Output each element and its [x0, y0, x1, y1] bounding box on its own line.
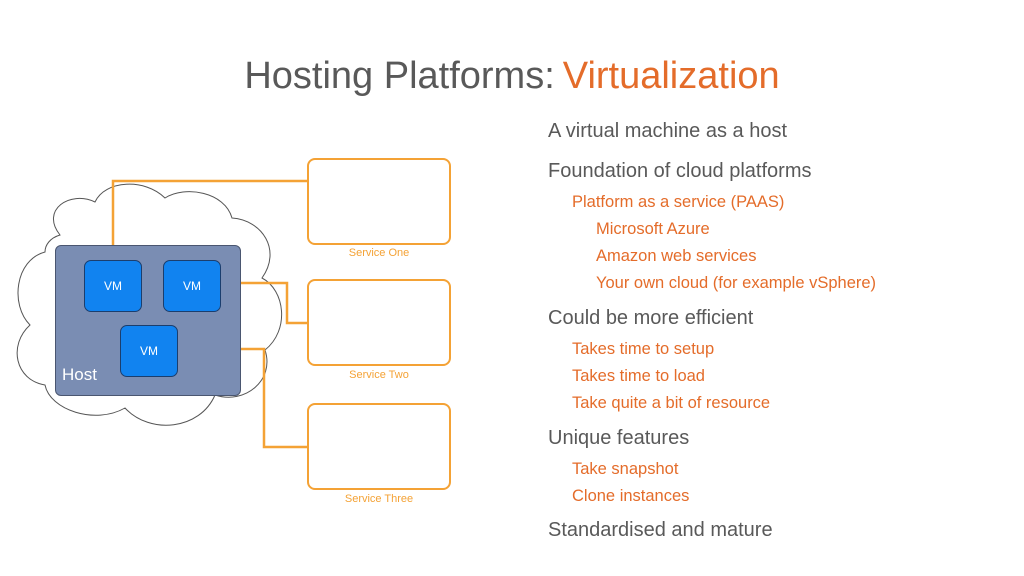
service-label: Service Three: [344, 493, 414, 505]
bullet-item: Could be more efficient: [548, 307, 754, 329]
title-accent: Virtualization: [562, 55, 780, 97]
bullet-item: A virtual machine as a host: [548, 120, 788, 142]
vm-label: VM: [183, 279, 201, 293]
bullet-item: Foundation of cloud platforms: [548, 160, 812, 182]
service-label: Service One: [348, 247, 410, 259]
title-main: Hosting Platforms:: [244, 55, 555, 97]
vm-label: VM: [104, 279, 122, 293]
host-box: VM VM VM Host: [55, 245, 241, 396]
service-box: [307, 279, 451, 366]
virtualization-diagram: VM VM VM Host Service One Service Two Se…: [0, 140, 480, 530]
vm-box: VM: [163, 260, 221, 312]
bullet-item: Microsoft Azure: [596, 220, 710, 238]
vm-label: VM: [140, 344, 158, 358]
bullet-item: Takes time to load: [572, 367, 705, 385]
bullet-item: Platform as a service (PAAS): [572, 193, 785, 211]
slide-title: Hosting Platforms: Virtualization: [0, 52, 1024, 100]
bullet-item: Amazon web services: [596, 247, 757, 265]
service-box: [307, 403, 451, 490]
bullet-item: Take quite a bit of resource: [572, 394, 771, 412]
bullet-item: Takes time to setup: [572, 340, 715, 358]
vm-box: VM: [84, 260, 142, 312]
bullet-item: Clone instances: [572, 487, 690, 505]
vm-box: VM: [120, 325, 178, 377]
bullet-item: Your own cloud (for example vSphere): [596, 274, 877, 292]
bullet-item: Standardised and mature: [548, 519, 773, 541]
bullet-item: Take snapshot: [572, 460, 679, 478]
host-label: Host: [62, 365, 97, 384]
service-label: Service Two: [349, 369, 409, 381]
service-box: [307, 158, 451, 245]
bullet-item: Unique features: [548, 427, 690, 449]
